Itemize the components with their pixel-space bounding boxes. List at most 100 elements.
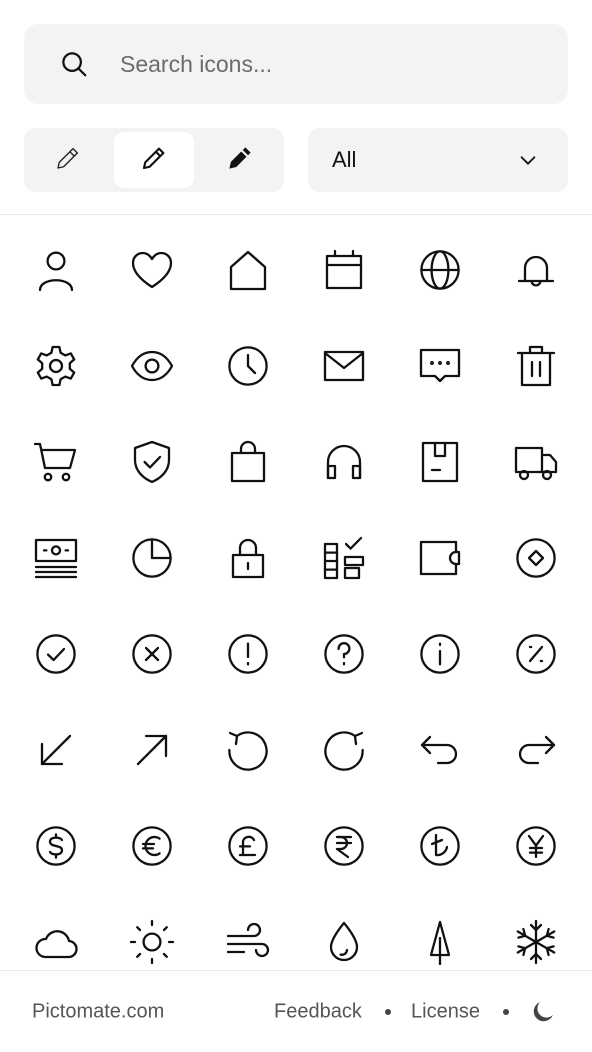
x-circle-icon <box>128 630 176 683</box>
icon-tile[interactable] <box>16 520 96 600</box>
icon-tile[interactable] <box>496 232 576 312</box>
question-circle-icon <box>320 630 368 683</box>
category-select-value: All <box>332 147 357 172</box>
icon-tile[interactable] <box>400 232 480 312</box>
icon-tile[interactable] <box>496 424 576 504</box>
search-bar[interactable] <box>24 24 568 104</box>
icon-tile[interactable] <box>112 808 192 888</box>
search-icon <box>59 49 89 79</box>
package-icon <box>416 438 464 491</box>
icon-tile[interactable] <box>400 520 480 600</box>
footer: Pictomate.com Feedback License <box>0 970 592 1052</box>
undo-icon <box>416 726 464 779</box>
weight-regular-button[interactable] <box>114 132 194 188</box>
icon-tile[interactable] <box>112 520 192 600</box>
yen-circle-icon <box>512 822 560 875</box>
lira-circle-icon <box>416 822 464 875</box>
icon-tile[interactable] <box>16 712 96 792</box>
icon-tile[interactable] <box>400 616 480 696</box>
icon-tile[interactable] <box>496 712 576 792</box>
eye-icon <box>128 342 176 395</box>
sun-icon <box>128 918 176 971</box>
user-icon <box>32 246 80 299</box>
feedback-link[interactable]: Feedback <box>274 1000 362 1023</box>
icon-tile[interactable] <box>208 424 288 504</box>
icon-tile[interactable] <box>496 616 576 696</box>
icon-tile[interactable] <box>400 424 480 504</box>
icon-tile[interactable] <box>208 328 288 408</box>
icon-tile[interactable] <box>16 232 96 312</box>
euro-circle-icon <box>128 822 176 875</box>
icon-tile[interactable] <box>304 616 384 696</box>
license-link[interactable]: License <box>411 1000 480 1023</box>
gear-icon <box>32 342 80 395</box>
category-select[interactable]: All <box>308 128 568 192</box>
redo-icon <box>512 726 560 779</box>
wind-icon <box>224 918 272 971</box>
rupee-circle-icon <box>320 822 368 875</box>
heart-icon <box>128 246 176 299</box>
search-input[interactable] <box>120 24 560 104</box>
icon-tile[interactable] <box>208 712 288 792</box>
home-icon <box>224 246 272 299</box>
divider <box>0 214 592 215</box>
exclamation-circle-icon <box>224 630 272 683</box>
icon-tile[interactable] <box>16 328 96 408</box>
arrow-down-left-icon <box>32 726 80 779</box>
icon-tile[interactable] <box>112 232 192 312</box>
icon-tile[interactable] <box>16 424 96 504</box>
icon-tile[interactable] <box>304 328 384 408</box>
icon-tile[interactable] <box>208 520 288 600</box>
icon-tile[interactable] <box>208 808 288 888</box>
icon-tile[interactable] <box>112 904 192 970</box>
icon-tile[interactable] <box>400 904 480 970</box>
icon-tile[interactable] <box>304 904 384 970</box>
pie-chart-icon <box>128 534 176 587</box>
info-circle-icon <box>416 630 464 683</box>
wallet-icon <box>416 534 464 587</box>
weight-thin-button[interactable] <box>28 132 108 188</box>
icon-tile[interactable] <box>304 520 384 600</box>
icon-tile[interactable] <box>496 904 576 970</box>
icon-tile[interactable] <box>112 712 192 792</box>
icon-tile[interactable] <box>208 616 288 696</box>
chat-icon <box>416 342 464 395</box>
icon-tile[interactable] <box>112 328 192 408</box>
tree-icon <box>416 918 464 971</box>
globe-icon <box>416 246 464 299</box>
icon-tile[interactable] <box>208 232 288 312</box>
icon-tile[interactable] <box>400 328 480 408</box>
site-link[interactable]: Pictomate.com <box>32 1000 164 1023</box>
icon-tile[interactable] <box>208 904 288 970</box>
icon-tile[interactable] <box>496 328 576 408</box>
icon-tile[interactable] <box>304 424 384 504</box>
cloud-icon <box>32 918 80 971</box>
icon-tile[interactable] <box>400 712 480 792</box>
mail-icon <box>320 342 368 395</box>
icon-grid <box>0 216 592 970</box>
pencil-thin-icon <box>53 143 83 178</box>
clock-icon <box>224 342 272 395</box>
snowflake-icon <box>512 918 560 971</box>
icon-tile[interactable] <box>496 808 576 888</box>
icon-tile[interactable] <box>16 808 96 888</box>
shield-check-icon <box>128 438 176 491</box>
icon-tile[interactable] <box>496 520 576 600</box>
icon-tile[interactable] <box>304 808 384 888</box>
icon-tile[interactable] <box>112 616 192 696</box>
icon-tile[interactable] <box>400 808 480 888</box>
headphones-icon <box>320 438 368 491</box>
separator-dot <box>503 1008 509 1015</box>
chevron-down-icon <box>517 149 539 171</box>
icon-tile[interactable] <box>112 424 192 504</box>
weight-solid-button[interactable] <box>200 132 280 188</box>
icon-tile[interactable] <box>16 616 96 696</box>
banknote-icon <box>32 534 80 587</box>
lock-icon <box>224 534 272 587</box>
weight-toggle <box>24 128 284 192</box>
moon-icon[interactable] <box>529 998 557 1026</box>
icon-tile[interactable] <box>304 712 384 792</box>
icon-tile[interactable] <box>304 232 384 312</box>
truck-icon <box>512 438 560 491</box>
icon-tile[interactable] <box>16 904 96 970</box>
